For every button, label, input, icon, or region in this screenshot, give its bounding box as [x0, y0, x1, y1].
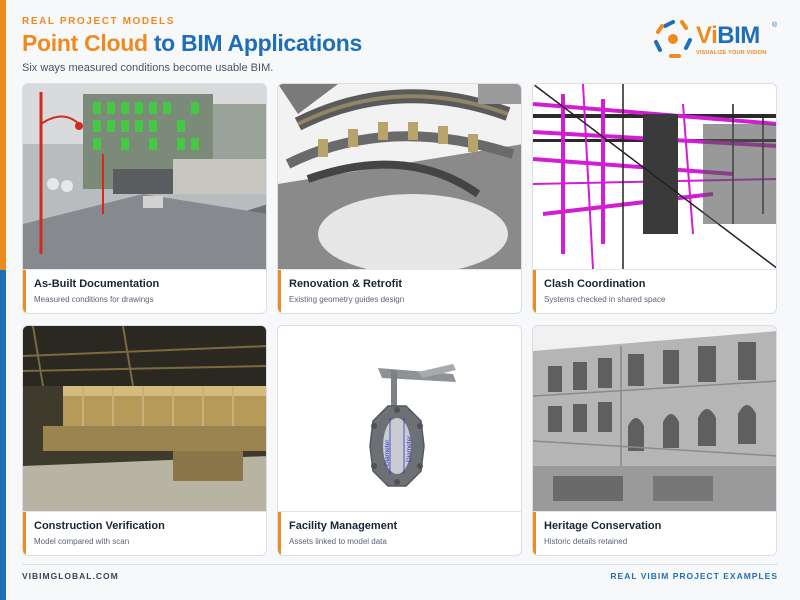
card-subtitle: Systems checked in shared space: [544, 295, 666, 304]
title-rest: to BIM Applications: [147, 30, 362, 56]
card-subtitle: Model compared with scan: [34, 537, 130, 546]
logo-tagline: VISUALIZE YOUR VISION: [696, 50, 767, 56]
card-title: Renovation & Retrofit: [289, 278, 403, 290]
card-title: Facility Management: [289, 520, 398, 532]
page-subtitle: Six ways measured conditions become usab…: [22, 62, 274, 74]
card-as-built-documentation[interactable]: As-Built Documentation Measured conditio…: [22, 83, 267, 314]
card-caption: As-Built Documentation Measured conditio…: [23, 269, 266, 313]
card-title: Construction Verification: [34, 520, 165, 532]
card-clash-coordination[interactable]: Clash Coordination Systems checked in sh…: [532, 83, 777, 314]
card-title: Clash Coordination: [544, 278, 646, 290]
logo-brand-second: BIM: [717, 22, 760, 49]
card-image-building-section: [278, 84, 521, 269]
card-subtitle: Assets linked to model data: [289, 537, 387, 546]
card-subtitle: Existing geometry guides design: [289, 295, 405, 304]
card-caption: Renovation & Retrofit Existing geometry …: [278, 269, 521, 313]
card-renovation-retrofit[interactable]: Renovation & Retrofit Existing geometry …: [277, 83, 522, 314]
card-image-butterfly-valve: Diameter Diameter: [278, 326, 521, 511]
logo-brand-first: Vi: [696, 22, 718, 49]
card-title: Heritage Conservation: [544, 520, 662, 532]
valve-dimension-label-right: Diameter: [406, 435, 413, 462]
valve-dimension-label-left: Diameter: [384, 439, 391, 466]
card-image-historic-facade: [533, 326, 776, 511]
card-caption: Construction Verification Model compared…: [23, 511, 266, 555]
page-kicker: REAL PROJECT MODELS: [22, 16, 176, 27]
footer-tagline: REAL VIBIM PROJECT EXAMPLES: [610, 571, 778, 581]
card-facility-management[interactable]: Diameter Diameter Facility Management As…: [277, 325, 522, 556]
card-image-street-scan: [23, 84, 266, 269]
card-caption: Heritage Conservation Historic details r…: [533, 511, 776, 555]
footer-website-link[interactable]: VIBIMGLOBAL.COM: [22, 571, 119, 581]
card-image-mep-systems: [533, 84, 776, 269]
vibim-logo-icon: [654, 20, 692, 58]
card-caption: Clash Coordination Systems checked in sh…: [533, 269, 776, 313]
card-title: As-Built Documentation: [34, 278, 160, 290]
footer-divider: [22, 564, 778, 565]
applications-grid: As-Built Documentation Measured conditio…: [22, 83, 778, 557]
page-title: Point Cloud to BIM Applications: [22, 30, 362, 57]
left-accent-bar-blue: [0, 270, 6, 600]
vibim-logo[interactable]: ViBIM ® VISUALIZE YOUR VISION: [652, 18, 782, 60]
logo-registered-mark: ®: [772, 22, 778, 29]
card-subtitle: Historic details retained: [544, 537, 628, 546]
card-image-plant-equipment: [23, 326, 266, 511]
card-construction-verification[interactable]: Construction Verification Model compared…: [22, 325, 267, 556]
card-caption: Facility Management Assets linked to mod…: [278, 511, 521, 555]
card-heritage-conservation[interactable]: Heritage Conservation Historic details r…: [532, 325, 777, 556]
logo-wordmark: ViBIM: [696, 22, 760, 50]
card-subtitle: Measured conditions for drawings: [34, 295, 154, 304]
left-accent-bar-orange: [0, 0, 6, 270]
title-accent: Point Cloud: [22, 30, 148, 56]
